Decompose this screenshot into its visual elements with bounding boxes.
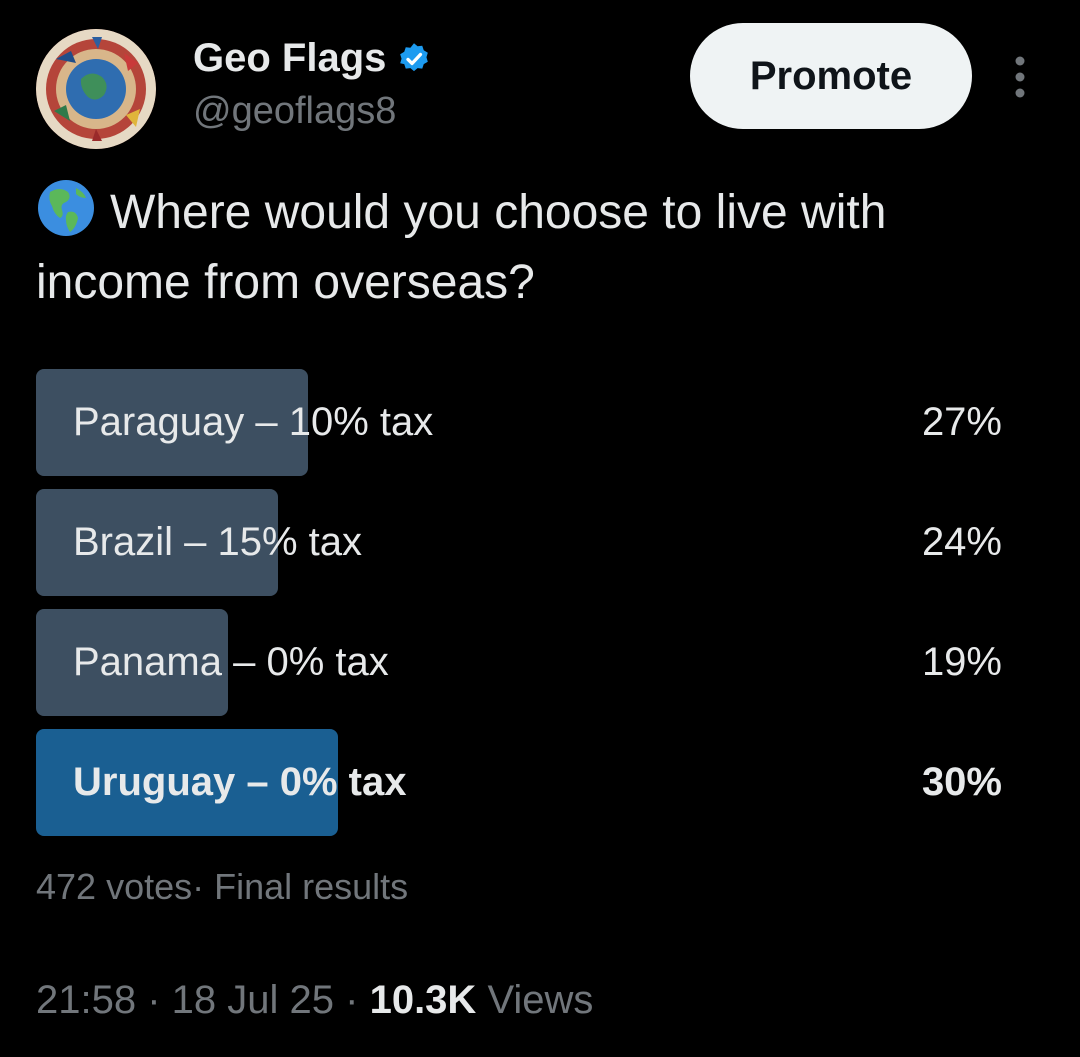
tweet-text-body: Where would you choose to live with inco… (36, 186, 887, 309)
poll-option-label: Paraguay – 10% tax (73, 400, 434, 444)
tweet-footer: 21:58 · 18 Jul 25 · 10.3K Views (36, 978, 593, 1023)
poll-option-percent: 19% (921, 640, 1002, 684)
poll-option: Uruguay – 0% tax 30% (36, 729, 1006, 836)
globe-americas-icon (36, 178, 96, 238)
author-handle[interactable]: @geoflags8 (193, 90, 396, 133)
more-vertical-icon[interactable] (1000, 52, 1040, 102)
avatar[interactable] (36, 29, 156, 149)
globe-collage-avatar (36, 29, 156, 149)
views-count: 10.3K (369, 978, 477, 1022)
footer-separator: · (345, 978, 370, 1022)
tweet-text: Where would you choose to live with inco… (36, 178, 1036, 318)
views-label: Views (487, 978, 594, 1022)
poll-option: Paraguay – 10% tax 27% (36, 369, 1006, 476)
footer-separator: · (147, 978, 172, 1022)
poll-option-percent: 30% (921, 760, 1002, 804)
promote-button[interactable]: Promote (690, 23, 972, 129)
poll: Paraguay – 10% tax 27% Brazil – 15% tax 24%… (36, 369, 1006, 849)
verified-badge-icon[interactable] (396, 41, 432, 77)
poll-option-label: Uruguay – 0% tax (73, 760, 407, 804)
poll-option: Brazil – 15% tax 24% (36, 489, 1006, 596)
poll-meta: 472 votes· Final results (36, 866, 409, 907)
author-name-text[interactable]: Geo Flags (193, 36, 386, 81)
poll-option-percent: 27% (921, 400, 1002, 444)
poll-option-percent: 24% (921, 520, 1002, 564)
poll-option: Panama – 0% tax 19% (36, 609, 1006, 716)
poll-option-label: Panama – 0% tax (73, 640, 389, 684)
tweet-time[interactable]: 21:58 (36, 978, 136, 1022)
tweet-date[interactable]: 18 Jul 25 (172, 978, 334, 1022)
poll-option-label: Brazil – 15% tax (73, 520, 363, 564)
author-display-name[interactable]: Geo Flags (193, 36, 432, 81)
